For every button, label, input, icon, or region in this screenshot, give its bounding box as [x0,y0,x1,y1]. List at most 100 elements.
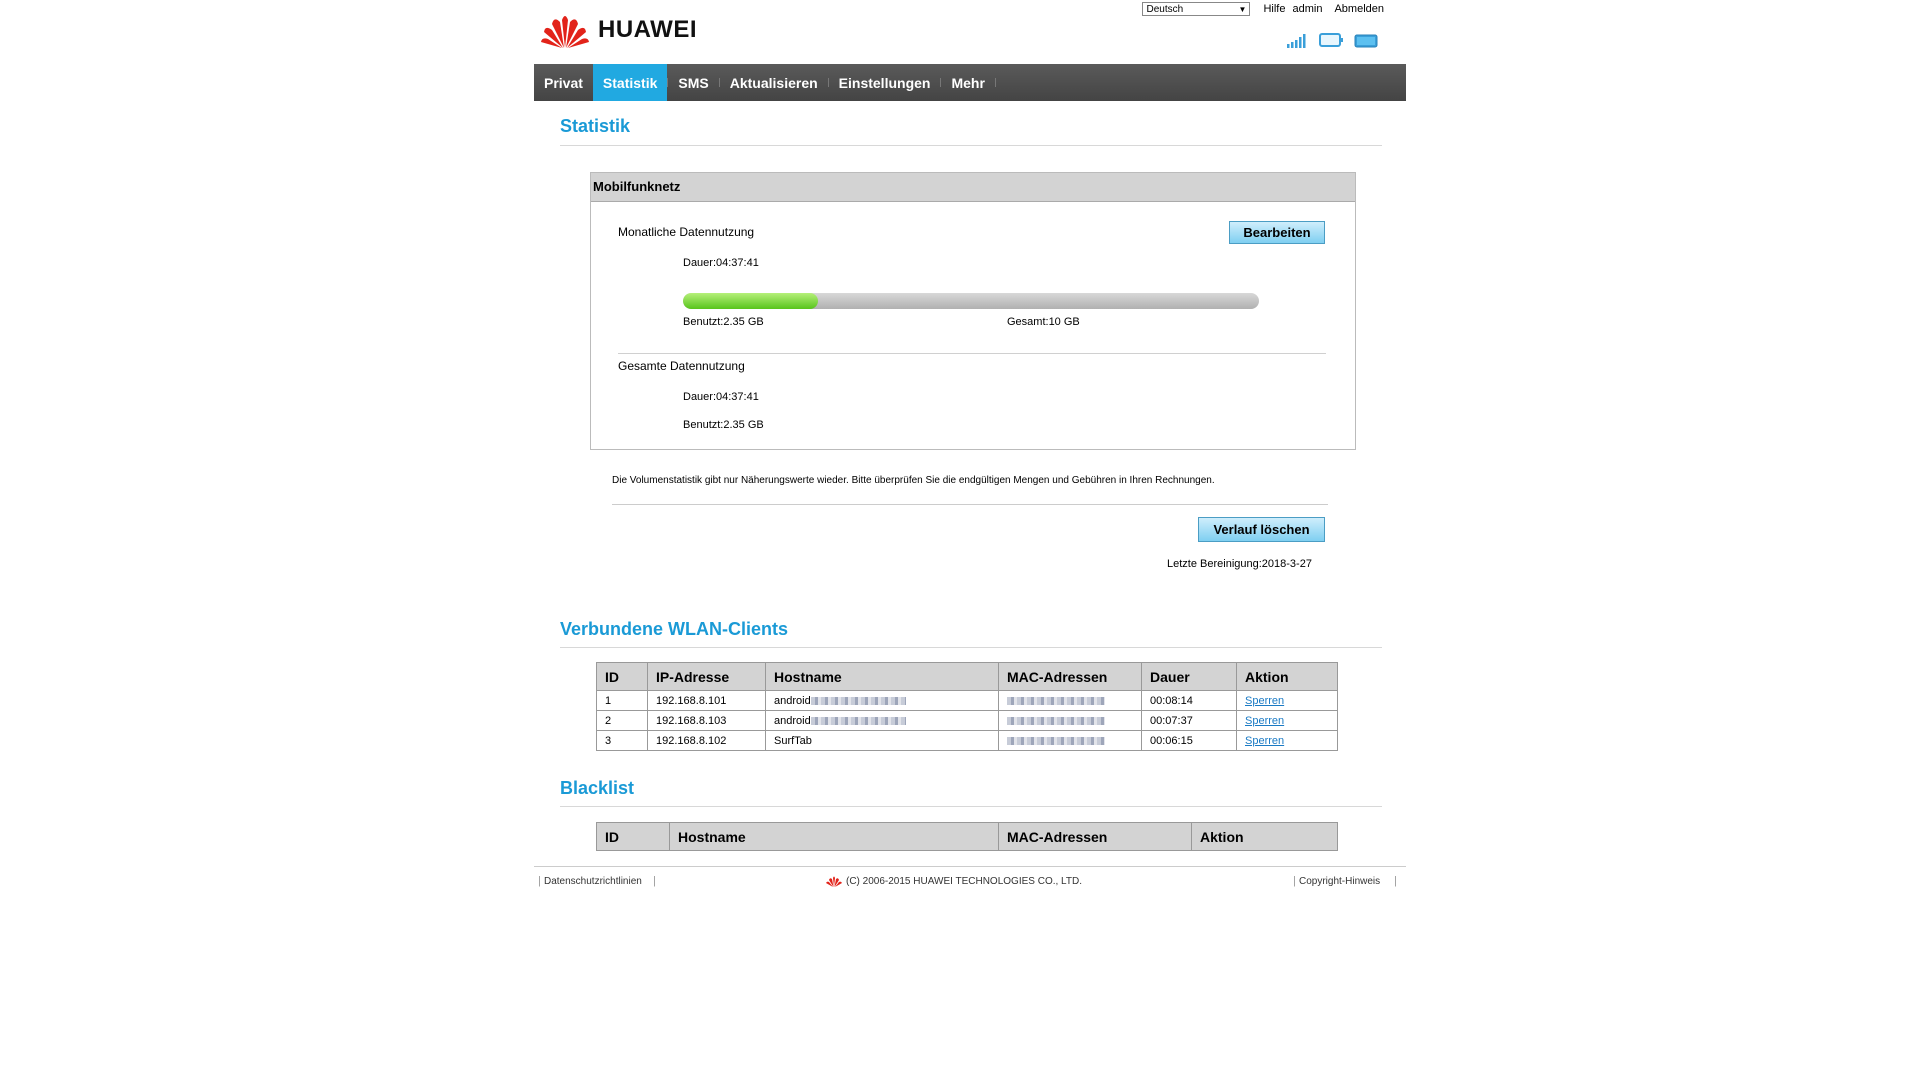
signal-icon [1287,34,1306,48]
footer-divider: | [653,875,656,887]
nav-sms[interactable]: SMS [668,64,718,101]
top-links: Deutsch ▼ Hilfe admin Abmelden [1142,2,1384,16]
divider [618,353,1326,354]
redacted-mac [1007,696,1105,705]
blacklist-title: Blacklist [560,778,635,798]
huawei-logo-icon [826,876,842,887]
footer-divider: | [538,875,541,887]
copyright: (C) 2006-2015 HUAWEI TECHNOLOGIES CO., L… [826,875,1082,887]
wlan-clients-table: ID IP-Adresse Hostname MAC-Adressen Daue… [596,662,1338,751]
col-action: Aktion [1191,822,1338,851]
footer: | Datenschutzrichtlinien | (C) 2006-2015… [534,866,1406,897]
battery-icon [1354,34,1378,48]
cell-mac [998,730,1142,751]
volume-note: Die Volumenstatistik gibt nur Näherungsw… [612,475,1215,486]
overall-duration: Dauer:04:37:41 [683,391,759,403]
panel-title: Mobilfunknetz [591,173,1355,202]
cell-action: Sperren [1236,730,1338,751]
redacted-mac [1007,716,1105,725]
hostname-text: android [774,694,811,707]
redacted-text [810,696,906,705]
col-mac: MAC-Adressen [998,662,1142,691]
language-value: Deutsch [1146,4,1184,15]
footer-divider: | [1394,875,1397,887]
logout-link[interactable]: Abmelden [1334,3,1384,15]
status-icons [1286,33,1380,49]
col-id: ID [596,662,648,691]
blacklist-table: ID Hostname MAC-Adressen Aktion [596,822,1338,851]
header: HUAWEI Deutsch ▼ Hilfe admin Abmelden [534,0,1406,64]
usage-progress-fill [683,293,819,309]
cell-id: 2 [596,710,648,731]
cell-mac [998,710,1142,731]
table-row: 1 192.168.8.101 android 00:08:14 Sperren [596,690,1338,711]
user-link[interactable]: admin [1292,3,1322,15]
overall-used: Benutzt:2.35 GB [683,419,764,431]
divider [612,504,1328,505]
cell-ip: 192.168.8.103 [647,710,766,731]
chevron-down-icon: ▼ [1238,5,1247,14]
cell-id: 3 [596,730,648,751]
divider [560,806,1382,807]
cell-ip: 192.168.8.101 [647,690,766,711]
block-link[interactable]: Sperren [1245,715,1284,727]
cell-action: Sperren [1236,710,1338,731]
col-hostname: Hostname [669,822,999,851]
nav-einstellungen[interactable]: Einstellungen [829,64,941,101]
col-mac: MAC-Adressen [998,822,1192,851]
statistik-title: Statistik [560,116,631,136]
col-action: Aktion [1236,662,1338,691]
language-select[interactable]: Deutsch ▼ [1142,2,1251,16]
col-hostname: Hostname [765,662,999,691]
brand-logo: HUAWEI [540,10,697,50]
brand-name: HUAWEI [598,16,697,43]
divider [560,647,1382,648]
block-link[interactable]: Sperren [1245,695,1284,707]
nav-aktualisieren[interactable]: Aktualisieren [720,64,828,101]
redacted-mac [1007,736,1105,745]
page: HUAWEI Deutsch ▼ Hilfe admin Abmelden Pr… [534,0,1406,1080]
copyright-notice-link[interactable]: Copyright-Hinweis [1299,876,1380,887]
cell-action: Sperren [1236,690,1338,711]
hostname-text: android [774,714,811,727]
cell-hostname: SurfTab [765,730,999,751]
table-row: 3 192.168.8.102 SurfTab 00:06:15 Sperren [596,730,1338,751]
monthly-used: Benutzt:2.35 GB [683,316,764,328]
copyright-text: (C) 2006-2015 HUAWEI TECHNOLOGIES CO., L… [846,875,1082,887]
nav-privat[interactable]: Privat [534,64,593,101]
monthly-duration: Dauer:04:37:41 [683,257,759,269]
clear-history-button[interactable]: Verlauf löschen [1198,517,1325,542]
help-link[interactable]: Hilfe [1263,3,1285,15]
nav-divider [994,78,996,87]
cell-id: 1 [596,690,648,711]
cell-duration: 00:06:15 [1141,730,1237,751]
last-cleared: Letzte Bereinigung:2018-3-27 [1167,558,1312,570]
col-ip: IP-Adresse [647,662,766,691]
cell-duration: 00:07:37 [1141,710,1237,731]
overall-usage-label: Gesamte Datennutzung [618,359,745,373]
nav-mehr[interactable]: Mehr [941,64,994,101]
monthly-usage-label: Monatliche Datennutzung [618,225,755,239]
cell-ip: 192.168.8.102 [647,730,766,751]
col-duration: Dauer [1141,662,1237,691]
table-header-row: ID IP-Adresse Hostname MAC-Adressen Daue… [596,662,1338,691]
monthly-total: Gesamt:10 GB [1007,316,1080,328]
table-header-row: ID Hostname MAC-Adressen Aktion [596,822,1338,851]
block-link[interactable]: Sperren [1245,735,1284,747]
col-id: ID [596,822,670,851]
monitor-icon [1319,33,1343,47]
usage-progress-bar [683,293,1259,309]
mobile-network-panel: Mobilfunknetz Monatliche Datennutzung Be… [590,172,1356,450]
footer-divider: | [1293,875,1296,887]
redacted-text [810,716,906,725]
wlan-title: Verbundene WLAN-Clients [560,619,789,639]
edit-button[interactable]: Bearbeiten [1229,221,1325,244]
cell-hostname: android [765,690,999,711]
nav-statistik[interactable]: Statistik [592,64,668,101]
cell-mac [998,690,1142,711]
huawei-logo-icon [541,16,589,48]
divider [560,145,1382,146]
cell-hostname: android [765,710,999,731]
privacy-link[interactable]: Datenschutzrichtlinien [544,876,642,887]
main-nav: Privat Statistik SMS Aktualisieren Einst… [534,64,1406,101]
